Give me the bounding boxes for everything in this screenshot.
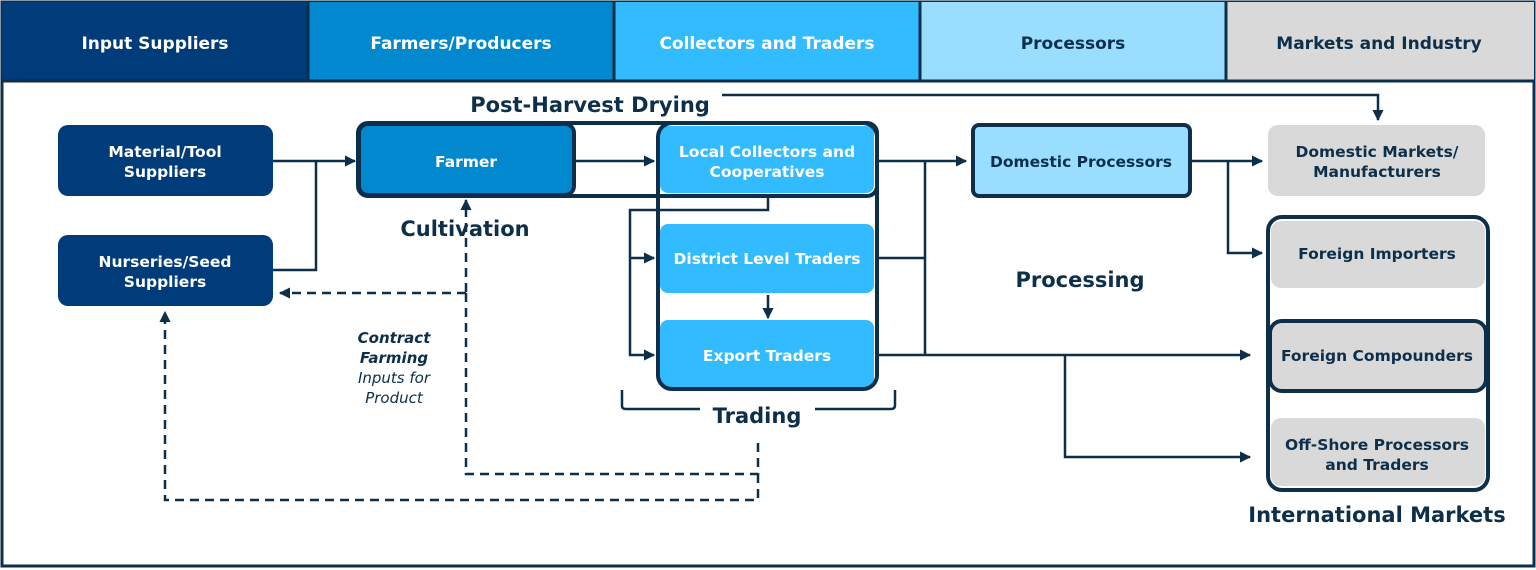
header-label: Processors (1021, 34, 1126, 54)
node-label: Domestic Markets/ (1296, 143, 1459, 161)
node-label: Suppliers (124, 163, 206, 181)
material-tool-suppliers-node: Material/Tool Suppliers (58, 125, 273, 196)
stage-trading: Trading (713, 404, 802, 428)
farmer-node: Farmer (357, 122, 576, 197)
header-label: Input Suppliers (81, 34, 228, 54)
stage-cultivation: Cultivation (400, 217, 529, 241)
stage-processing: Processing (1015, 268, 1144, 292)
local-collectors-node: Local Collectors and Cooperatives (660, 126, 874, 193)
header-label: Markets and Industry (1276, 34, 1481, 54)
node-label: Domestic Processors (990, 153, 1172, 171)
offshore-processors-node: Off-Shore Processors and Traders (1271, 418, 1485, 486)
node-label: and Traders (1325, 456, 1428, 474)
contract-title: Farming (360, 349, 428, 367)
node-label: Off-Shore Processors (1285, 436, 1469, 454)
node-label: Export Traders (703, 347, 831, 365)
node-label: Cooperatives (710, 163, 825, 181)
stage-post-harvest-drying: Post-Harvest Drying (470, 93, 710, 117)
node-label: Manufacturers (1313, 163, 1441, 181)
node-label: Local Collectors and (679, 143, 855, 161)
contract-title: Contract (358, 329, 432, 347)
header-label: Collectors and Traders (659, 34, 874, 54)
contract-subtitle: Inputs for (358, 369, 431, 387)
header-row: Input Suppliers Farmers/Producers Collec… (2, 2, 1534, 83)
value-chain-diagram: Input Suppliers Farmers/Producers Collec… (0, 0, 1536, 568)
domestic-markets-node: Domestic Markets/ Manufacturers (1268, 125, 1485, 196)
node-label: Nurseries/Seed (98, 253, 231, 271)
district-traders-node: District Level Traders (660, 224, 874, 293)
nurseries-seed-suppliers-node: Nurseries/Seed Suppliers (58, 235, 273, 306)
foreign-importers-node: Foreign Importers (1271, 221, 1485, 288)
foreign-compounders-node: Foreign Compounders (1268, 319, 1488, 393)
stage-international-markets: International Markets (1248, 503, 1505, 527)
export-traders-node: Export Traders (660, 320, 874, 387)
node-label: Farmer (435, 153, 497, 171)
node-label: District Level Traders (674, 250, 861, 268)
contract-subtitle: Product (365, 389, 424, 407)
domestic-processors-node: Domestic Processors (971, 123, 1192, 198)
node-label: Material/Tool (108, 143, 221, 161)
node-label: Foreign Compounders (1281, 347, 1473, 365)
node-label: Suppliers (124, 273, 206, 291)
header-label: Farmers/Producers (370, 34, 551, 54)
node-label: Foreign Importers (1298, 245, 1456, 263)
